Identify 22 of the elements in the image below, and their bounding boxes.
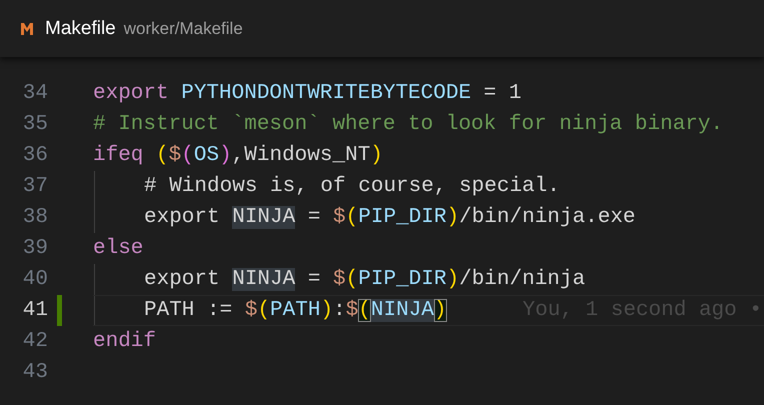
line-number: 35 <box>22 112 48 138</box>
line-number: 40 <box>22 266 48 292</box>
code-line: PATH := $(PATH):$(NINJA) <box>144 298 447 324</box>
line-number: 36 <box>22 142 48 168</box>
line-number: 38 <box>22 204 48 230</box>
line-number: 39 <box>22 236 48 262</box>
file-title: Makefile <box>45 18 116 40</box>
code-line: else <box>93 236 144 262</box>
code-line: export PYTHONDONTWRITEBYTECODE = 1 <box>93 80 522 106</box>
code-line: export NINJA = $(PIP_DIR)/bin/ninja <box>144 266 586 292</box>
line-number: 34 <box>22 80 48 106</box>
code-line: endif <box>93 328 156 354</box>
line-number: 43 <box>22 360 48 386</box>
line-number: 41 <box>22 298 48 324</box>
line-number: 37 <box>22 174 48 200</box>
makefile-icon <box>20 22 34 36</box>
code-line: export NINJA = $(PIP_DIR)/bin/ninja.exe <box>144 204 636 230</box>
code-line: # Instruct `meson` where to look for ninja binary. <box>93 112 724 138</box>
code-line: ifeq ($(OS),Windows_NT) <box>93 142 383 168</box>
code-line: # Windows is, of course, special. <box>144 174 560 200</box>
line-number: 42 <box>22 328 48 354</box>
file-path: worker/Makefile <box>124 18 243 38</box>
